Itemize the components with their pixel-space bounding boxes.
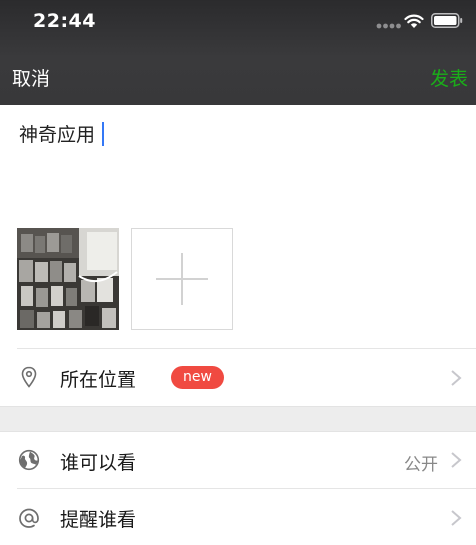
at-sign-icon [19, 508, 39, 528]
visibility-value: 公开 [404, 455, 438, 475]
status-time: 22:44 [33, 10, 96, 32]
visibility-row[interactable]: 谁可以看 公开 [0, 432, 476, 488]
chevron-right-icon [451, 452, 462, 468]
photo-image [17, 228, 119, 330]
plus-icon [156, 253, 208, 305]
battery-icon [431, 13, 463, 28]
mention-row[interactable]: 提醒谁看 [0, 489, 476, 545]
chevron-right-icon [451, 370, 462, 386]
wifi-icon [404, 14, 424, 28]
mention-label: 提醒谁看 [60, 509, 137, 531]
attached-photo-thumbnail[interactable] [17, 228, 119, 330]
post-text: 神奇应用 [19, 124, 96, 146]
new-badge: new [171, 366, 224, 389]
signal-dots-icon [376, 23, 401, 29]
top-bar: 22:44 取消 发表 [0, 0, 476, 105]
text-cursor [102, 121, 105, 146]
location-row[interactable]: 所在位置 new [0, 349, 476, 406]
location-pin-icon [21, 366, 37, 388]
cancel-button[interactable]: 取消 [12, 64, 50, 91]
add-photo-button[interactable] [131, 228, 233, 330]
location-label: 所在位置 [60, 369, 137, 391]
chevron-right-icon [451, 510, 462, 526]
section-gap [0, 406, 476, 432]
globe-icon [18, 449, 40, 471]
visibility-label: 谁可以看 [60, 452, 137, 474]
publish-button[interactable]: 发表 [430, 64, 468, 91]
post-text-input[interactable]: 神奇应用 [19, 120, 105, 147]
